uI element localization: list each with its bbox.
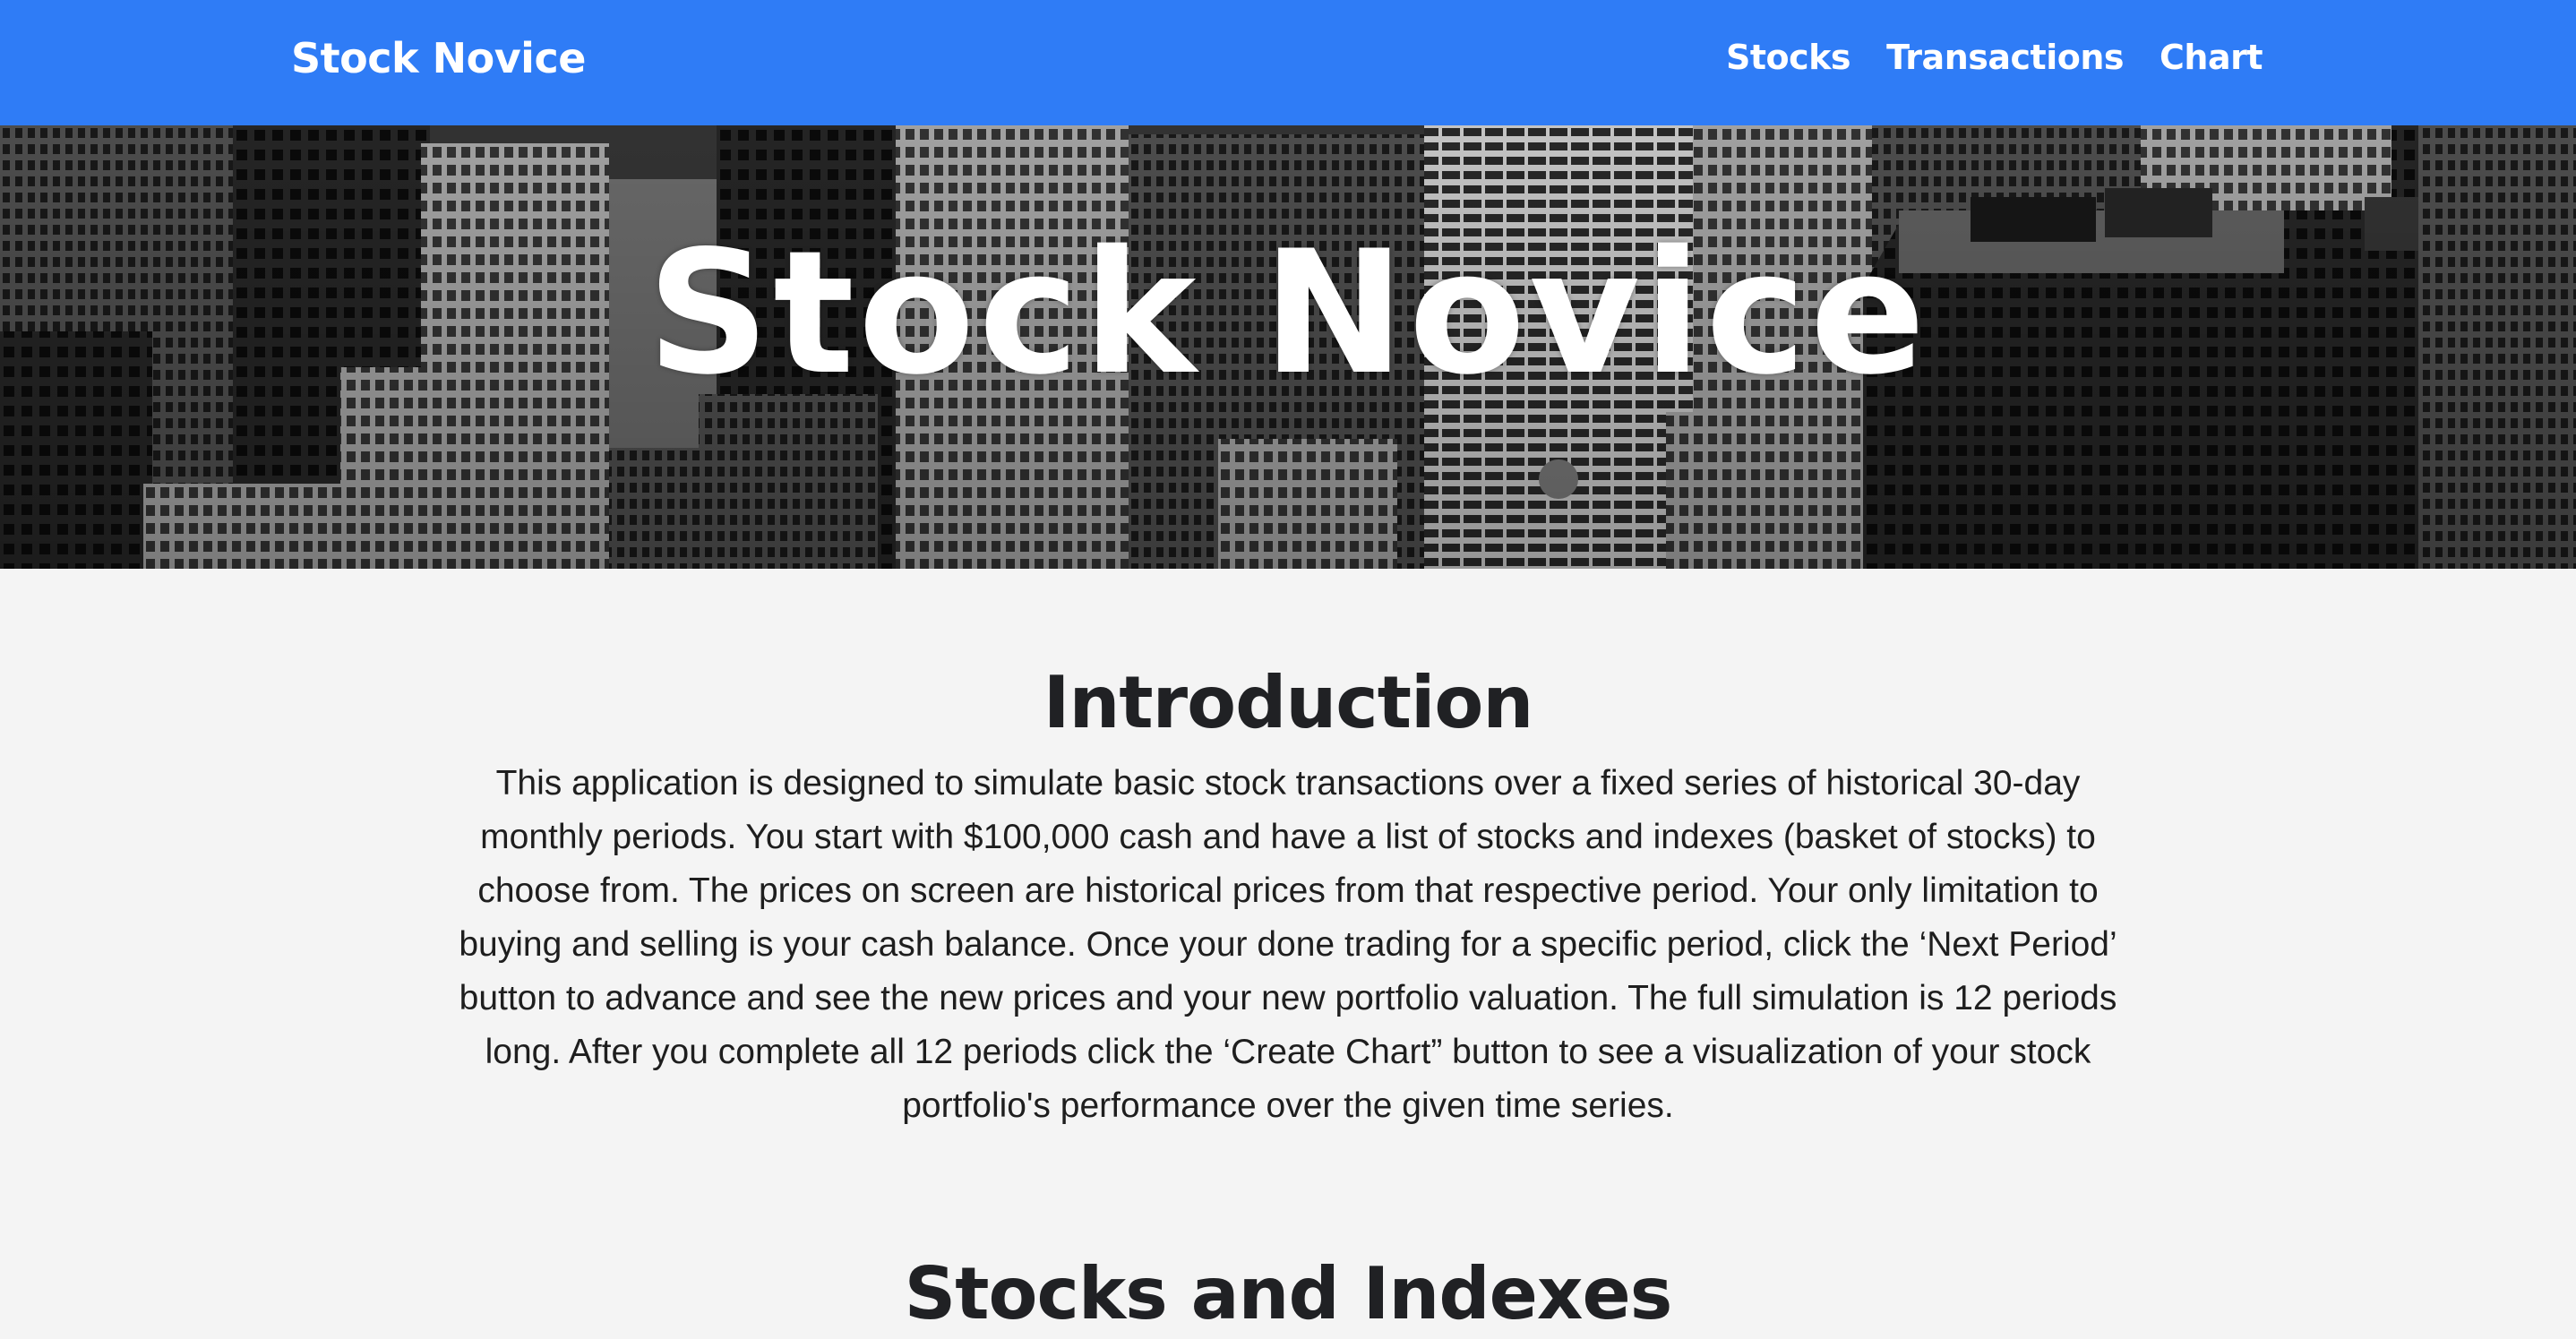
introduction-text: This application is designed to simulate… [459, 764, 2117, 1125]
nav-link-transactions[interactable]: Transactions [1886, 38, 2124, 77]
nav-link-stocks[interactable]: Stocks [1726, 38, 1851, 77]
hero-title: Stock Novice [647, 214, 1929, 412]
stocks-and-indexes-heading: Stocks and Indexes [904, 1252, 1673, 1335]
nav-links: Stocks Transactions Chart [1726, 38, 2263, 77]
brand-link[interactable]: Stock Novice [291, 34, 586, 82]
navbar: Stock Novice Stocks Transactions Chart [0, 0, 2576, 125]
hero-banner: Stock Novice [0, 125, 2576, 569]
nav-link-chart[interactable]: Chart [2160, 38, 2263, 77]
introduction-heading: Introduction [1043, 661, 1534, 744]
